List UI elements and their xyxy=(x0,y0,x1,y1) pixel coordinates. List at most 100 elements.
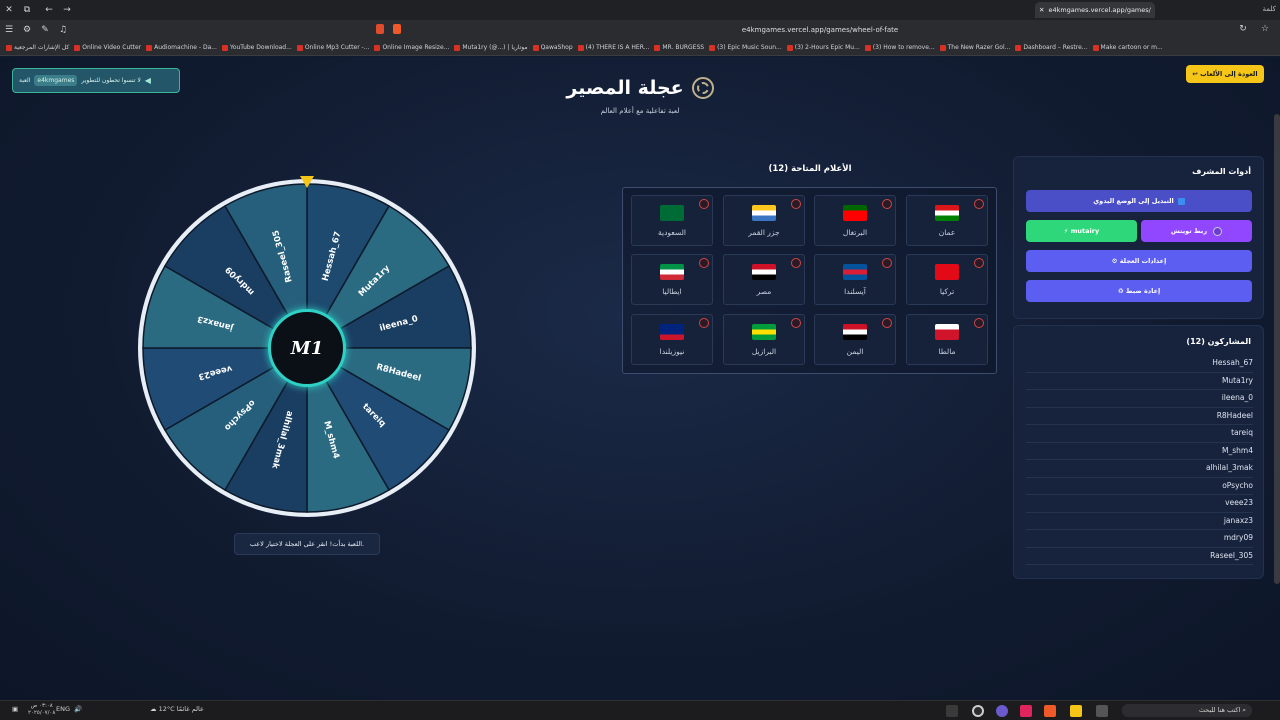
flag-card[interactable]: عمان xyxy=(906,195,988,246)
flag-card[interactable]: مصر xyxy=(723,254,805,305)
bookmark-item[interactable]: Muta1ry (@...) | موتاريا xyxy=(454,44,528,51)
bookmark-item[interactable]: Dashboard – Restre... xyxy=(1015,44,1088,51)
bookmark-item[interactable]: (4) THERE IS A HER... xyxy=(577,44,649,51)
flag-name: اليمن xyxy=(846,347,864,356)
flag-select-radio[interactable] xyxy=(882,199,892,209)
bookmark-star-icon[interactable]: ☆ xyxy=(1256,24,1274,34)
bookmark-label: Dashboard – Restre... xyxy=(1023,44,1088,51)
wheel-hub[interactable]: M1 xyxy=(268,309,346,387)
flag-select-radio[interactable] xyxy=(882,318,892,328)
bookmark-item[interactable]: Make cartoon or m... xyxy=(1092,44,1163,51)
volume-icon[interactable]: 🔊 xyxy=(74,705,82,713)
bookmark-favicon-icon xyxy=(939,44,946,51)
bookmark-item[interactable]: QawaShop xyxy=(532,44,573,51)
flag-select-radio[interactable] xyxy=(699,258,709,268)
flag-name: عمان xyxy=(938,228,956,237)
music-icon[interactable]: ♫ xyxy=(54,25,72,35)
clock-date: ٢٠٢٥/٠٧/٠٨ xyxy=(28,710,56,716)
brave-browser-icon[interactable] xyxy=(1044,705,1056,717)
bookmark-label: MR. BURGESS xyxy=(662,44,705,51)
task-view-icon[interactable] xyxy=(1096,705,1108,717)
menu-icon[interactable]: ☰ xyxy=(0,25,18,35)
bookmark-favicon-icon xyxy=(709,44,716,51)
bookmark-item[interactable]: MR. BURGESS xyxy=(654,44,704,51)
streamer-channel-button[interactable]: ⚡ mutairy xyxy=(1026,220,1137,242)
flag-card[interactable]: البرتغال xyxy=(814,195,896,246)
bookmark-item[interactable]: Online Mp3 Cutter -... xyxy=(296,44,370,51)
bookmark-favicon-icon xyxy=(532,44,539,51)
flag-select-radio[interactable] xyxy=(791,258,801,268)
back-to-games-button[interactable]: ↩ العودة إلى الألعاب xyxy=(1186,65,1264,83)
bookmark-item[interactable]: Online Image Resize... xyxy=(374,44,449,51)
close-tab-icon[interactable]: ✕ xyxy=(1039,6,1044,14)
ship-wheel-icon xyxy=(691,77,714,99)
flag-select-radio[interactable] xyxy=(699,199,709,209)
flag-select-radio[interactable] xyxy=(791,318,801,328)
manual-mode-button[interactable]: التبديل إلى الوضع اليدوي xyxy=(1026,190,1252,212)
start-icon[interactable]: ▣ xyxy=(12,705,18,713)
brave-rewards-icon[interactable] xyxy=(393,24,401,34)
flag-card[interactable]: جزر القمر xyxy=(723,195,805,246)
notice-banner: ◀ لا تنسوا تحطون للتطوير e4kmgames العبة xyxy=(12,68,180,93)
reload-icon[interactable]: ↻ xyxy=(1234,24,1252,34)
browser-tab-bar: ✕ ⧉ ← → ✕ e4kmgames.vercel.app/games/ كل… xyxy=(0,0,1280,20)
bookmark-item[interactable]: Audiomachine - Da... xyxy=(146,44,217,51)
bookmark-favicon-icon xyxy=(864,44,871,51)
flag-select-radio[interactable] xyxy=(974,258,984,268)
flag-name: تركيا xyxy=(939,287,955,296)
flag-select-radio[interactable] xyxy=(699,318,709,328)
bookmark-label: (3) How to remove... xyxy=(872,44,935,51)
weather-widget[interactable]: ☁ 12°C عالم غائمًا xyxy=(150,705,204,713)
app-icon-3[interactable] xyxy=(996,705,1008,717)
flag-card[interactable]: البرازيل xyxy=(723,314,805,365)
wheel-of-fate[interactable]: Hessah_67 Muta1ry ileena_0 R8Hadeel tareiq M_… xyxy=(137,176,477,518)
flag-name: نيوزيلندا xyxy=(659,347,685,356)
flag-icon xyxy=(752,205,776,221)
bookmark-item[interactable]: (3) 2-Hours Epic Mu... xyxy=(786,44,860,51)
flag-card[interactable]: نيوزيلندا xyxy=(631,314,713,365)
url-field[interactable]: e4kmgames.vercel.app/games/wheel-of-fate xyxy=(700,23,940,37)
bookmark-item[interactable]: The New Razer Gol... xyxy=(939,44,1010,51)
flag-card[interactable]: اليمن xyxy=(814,314,896,365)
page-title-text: عجلة المصير xyxy=(566,77,684,99)
flag-select-radio[interactable] xyxy=(974,318,984,328)
flag-card[interactable]: ايطاليا xyxy=(631,254,713,305)
bookmark-item[interactable]: (3) Epic Music Soun... xyxy=(709,44,782,51)
os-taskbar: ▣ ٠٣:٠٨ ص ٢٠٢٥/٠٧/٠٨ ENG 🔊 ☁ 12°C عالم غا… xyxy=(0,700,1280,720)
flag-select-radio[interactable] xyxy=(791,199,801,209)
app-icon-4[interactable] xyxy=(1020,705,1032,717)
participant-row: Muta1ry xyxy=(1026,373,1253,390)
flag-card[interactable]: آيسلندا xyxy=(814,254,896,305)
flag-select-radio[interactable] xyxy=(974,199,984,209)
flag-card[interactable]: السعودية xyxy=(631,195,713,246)
reset-button[interactable]: ♻ إعادة ضبط xyxy=(1026,280,1252,302)
bookmark-item[interactable]: (3) How to remove... xyxy=(864,44,935,51)
bookmark-item[interactable]: Online Video Cutter xyxy=(74,44,141,51)
app-icon-1[interactable] xyxy=(946,705,958,717)
app-icon-2[interactable] xyxy=(972,705,984,717)
back-nav-icon[interactable]: ← xyxy=(40,5,58,15)
flag-name: البرازيل xyxy=(751,347,777,356)
flag-card[interactable]: تركيا xyxy=(906,254,988,305)
file-explorer-icon[interactable] xyxy=(1070,705,1082,717)
page-scrollbar[interactable] xyxy=(1274,114,1280,584)
language-indicator[interactable]: ENG xyxy=(56,705,70,713)
active-tab[interactable]: ✕ e4kmgames.vercel.app/games/ xyxy=(1035,2,1155,18)
flag-card[interactable]: مالطا xyxy=(906,314,988,365)
window-icon[interactable]: ⧉ xyxy=(18,5,36,15)
settings-icon[interactable]: ⚙ xyxy=(18,25,36,35)
bookmark-label: Online Mp3 Cutter -... xyxy=(304,44,370,51)
flag-icon xyxy=(660,324,684,340)
bookmark-item[interactable]: YouTube Download... xyxy=(221,44,292,51)
extension-icon[interactable]: ✎ xyxy=(36,25,54,35)
wheel-settings-button[interactable]: ⚙ إعدادات العجلة xyxy=(1026,250,1252,272)
flag-select-radio[interactable] xyxy=(882,258,892,268)
forward-nav-icon[interactable]: → xyxy=(58,5,76,15)
participant-row: veee23 xyxy=(1026,495,1253,513)
bookmark-item[interactable]: كل الإشارات المرجعية xyxy=(6,44,69,51)
brave-shield-icon[interactable] xyxy=(376,24,384,34)
twitch-link-button[interactable]: ربط تويتش xyxy=(1141,220,1252,242)
clock[interactable]: ٠٣:٠٨ ص ٢٠٢٥/٠٧/٠٨ xyxy=(28,703,55,717)
taskbar-search[interactable]: اكتب هنا للبحث ⌕ xyxy=(1122,704,1252,717)
close-icon[interactable]: ✕ xyxy=(0,5,18,15)
